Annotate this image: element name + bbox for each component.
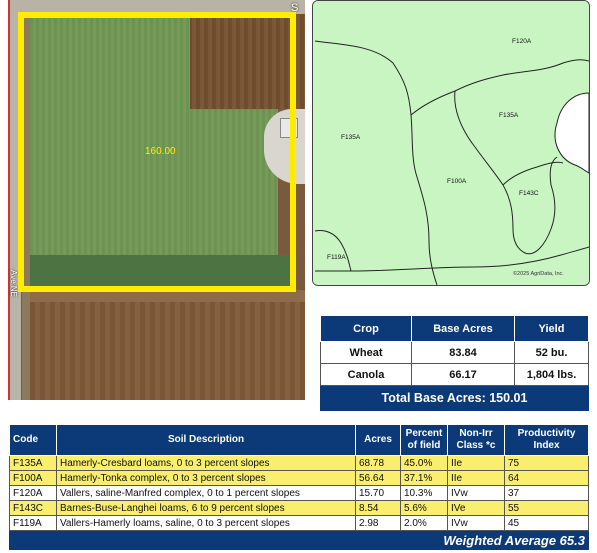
soil-class: IVw [447,515,505,531]
soil-percent: 45.0% [400,455,448,471]
soil-code: F135A [9,455,57,471]
soil-map-label: F143C [519,190,539,197]
map-edge-line [8,0,10,400]
crop-name: Wheat [320,341,412,364]
crop-base-acres-table: Crop Base Acres Yield Wheat 83.84 52 bu.… [320,315,589,411]
field-acres-label: 160.00 [145,146,176,157]
soil-code: F143C [9,500,57,516]
total-base-acres-row: Total Base Acres: 150.01 [320,385,589,411]
soil-productivity-index: 75 [504,455,589,471]
soil-table: Code Soil Description Acres Percent of f… [9,424,589,550]
soil-map: F120A F135A F135A F100A F143C F119A ©202… [312,0,590,286]
crop-row: Wheat 83.84 52 bu. [320,341,589,364]
soil-percent: 10.3% [400,485,448,501]
weighted-average-row: Weighted Average 65.3 [9,530,589,550]
soil-code: F100A [9,470,57,486]
soil-acres: 68.78 [355,455,401,471]
soil-description: Hamerly-Tonka complex, 0 to 3 percent sl… [56,470,356,486]
soil-map-background [313,1,589,285]
weighted-average: Weighted Average 65.3 [9,530,589,550]
crop-table-header-row: Crop Base Acres Yield [320,315,589,342]
total-base-acres: Total Base Acres: 150.01 [320,385,589,411]
soil-productivity-index: 37 [504,485,589,501]
yield-column-header: Yield [514,315,589,342]
soil-table-header-row: Code Soil Description Acres Percent of f… [9,424,589,456]
soil-map-label: F119A [327,254,346,261]
crop-yield: 52 bu. [514,341,589,364]
soil-productivity-index: 45 [504,515,589,531]
soil-map-svg: F120A F135A F135A F100A F143C F119A ©202… [313,1,589,285]
soil-acres: 56.64 [355,470,401,486]
soil-percent: 5.6% [400,500,448,516]
crop-base-acres: 83.84 [411,341,515,364]
acres-column-header: Acres [355,424,401,456]
class-column-header: Non-Irr Class *c [447,424,505,456]
soil-map-label: F135A [341,134,361,141]
road-name-label: Ave NE [9,270,18,297]
soil-code: F119A [9,515,57,531]
soil-productivity-index: 55 [504,500,589,516]
soil-description: Vallers, saline-Manfred complex, 0 to 1 … [56,485,356,501]
soil-percent: 2.0% [400,515,448,531]
crop-column-header: Crop [320,315,412,342]
base-acres-column-header: Base Acres [411,315,515,342]
soil-acres: 15.70 [355,485,401,501]
productivity-index-column-header: Productivity Index [504,424,589,456]
soil-class: IIe [447,455,505,471]
soil-row: F143C Barnes-Buse-Langhei loams, 6 to 9 … [9,500,589,516]
crop-name: Canola [320,363,412,386]
soil-map-label: F100A [447,178,467,185]
soil-productivity-index: 64 [504,470,589,486]
code-column-header: Code [9,424,57,456]
percent-column-header: Percent of field [400,424,448,456]
soil-percent: 37.1% [400,470,448,486]
soil-class: IVw [447,485,505,501]
soil-acres: 8.54 [355,500,401,516]
tilled-field-south [30,289,305,400]
soil-map-label: F120A [512,38,532,45]
crop-base-acres: 66.17 [411,363,515,386]
soil-map-label: F135A [499,112,519,119]
soil-description-column-header: Soil Description [56,424,356,456]
soil-row: F120A Vallers, saline-Manfred complex, 0… [9,485,589,501]
soil-code: F120A [9,485,57,501]
soil-acres: 2.98 [355,515,401,531]
soil-row: F100A Hamerly-Tonka complex, 0 to 3 perc… [9,470,589,486]
crop-row: Canola 66.17 1,804 lbs. [320,363,589,386]
soil-description: Barnes-Buse-Langhei loams, 6 to 9 percen… [56,500,356,516]
soil-description: Hamerly-Cresbard loams, 0 to 3 percent s… [56,455,356,471]
soil-description: Vallers-Hamerly loams, saline, 0 to 3 pe… [56,515,356,531]
soil-row: F135A Hamerly-Cresbard loams, 0 to 3 per… [9,455,589,471]
soil-class: IVe [447,500,505,516]
soil-map-copyright: ©2025 AgriData, Inc. [513,270,564,277]
crop-yield: 1,804 lbs. [514,363,589,386]
soil-row: F119A Vallers-Hamerly loams, saline, 0 t… [9,515,589,531]
soil-class: IIe [447,470,505,486]
